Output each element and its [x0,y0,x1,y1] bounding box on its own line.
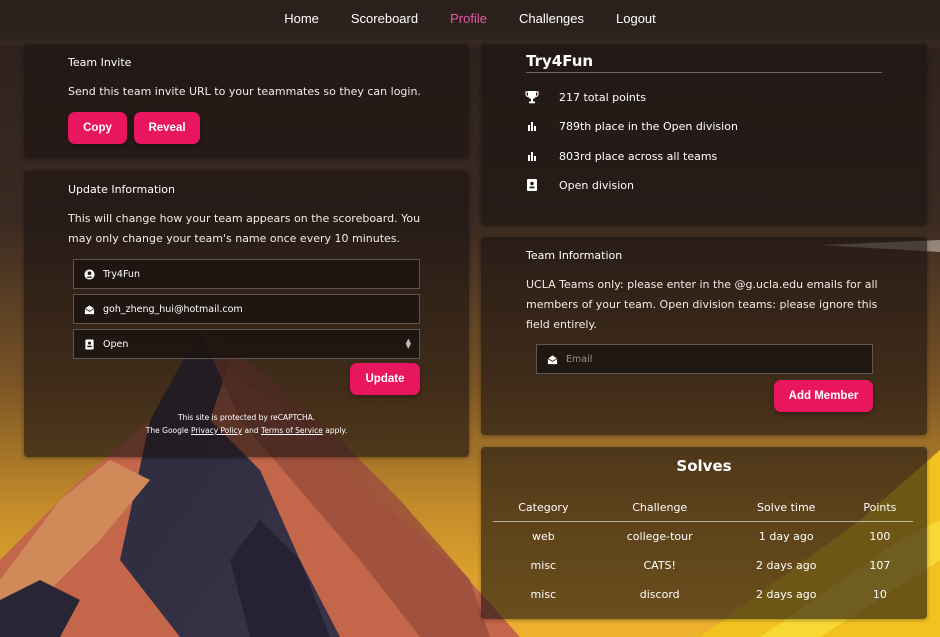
id-card-icon [84,338,95,350]
bar-chart-icon [525,119,539,133]
team-invite-card: Team Invite Send this team invite URL to… [24,44,469,158]
envelope-open-icon [84,304,95,315]
nav-profile[interactable]: Profile [434,11,503,26]
cell-solve-time: 2 days ago [756,588,817,602]
team-name-heading: Try4Fun [526,52,594,70]
select-arrows-icon: ▲ ▼ [405,337,411,350]
division-select[interactable]: Open ▲ ▼ [73,329,420,359]
team-invite-title: Team Invite [68,56,132,69]
cell-points: 100 [869,529,891,543]
recaptcha-line-1: This site is protected by reCAPTCHA. [177,413,316,422]
recaptcha-notice: This site is protected by reCAPTCHA. The… [24,411,469,437]
privacy-policy-link[interactable]: Privacy Policy [191,426,242,435]
overall-place-text: 803rd place across all teams [559,149,718,163]
division-place-row: 789th place in the Open division [525,119,738,133]
cell-solve-time: 1 day ago [758,529,814,543]
copy-button[interactable]: Copy [68,112,127,144]
email-field[interactable]: goh_zheng_hui@hotmail.com [73,294,420,324]
member-email-input[interactable]: Email [536,344,873,374]
nav-logout[interactable]: Logout [600,11,672,26]
column-header-points: Points [846,495,913,522]
envelope-open-icon [547,354,558,365]
trophy-icon [525,90,539,104]
division-row: Open division [525,178,634,192]
team-name-field[interactable]: Try4Fun [73,259,420,289]
recaptcha-apply: apply. [325,426,348,435]
total-points-text: 217 total points [559,90,646,104]
nav-challenges[interactable]: Challenges [503,11,600,26]
terms-of-service-link[interactable]: Terms of Service [261,426,323,435]
email-value: goh_zheng_hui@hotmail.com [103,303,243,315]
solves-header-row: Category Challenge Solve time Points [493,495,913,522]
cell-solve-time: 2 days ago [756,558,817,572]
recaptcha-and: and [244,426,259,435]
team-name-value: Try4Fun [103,268,140,280]
solves-table: Category Challenge Solve time Points web… [493,495,913,610]
update-information-card: Update Information This will change how … [24,171,469,457]
table-row: misc discord 2 days ago 10 [493,580,913,610]
team-information-description: UCLA Teams only: please enter in the @g.… [526,278,878,331]
update-information-description: This will change how your team appears o… [68,212,421,245]
team-profile-card: Try4Fun 217 total points 789th place in … [481,44,927,225]
cell-category: misc [530,558,557,572]
update-button[interactable]: Update [350,363,420,395]
cell-challenge: college-tour [626,529,693,543]
member-email-placeholder: Email [566,353,593,365]
cell-points: 107 [869,558,891,572]
recaptcha-prefix: The Google [145,426,189,435]
division-value: Open [103,338,129,350]
overall-place-row: 803rd place across all teams [525,149,717,163]
column-header-category: Category [493,495,594,522]
bar-chart-icon [525,149,539,163]
column-header-challenge: Challenge [593,495,726,522]
solves-title: Solves [676,457,732,475]
cell-challenge: discord [639,588,680,602]
nav-home[interactable]: Home [268,11,335,26]
add-member-button[interactable]: Add Member [774,380,873,412]
cell-points: 10 [872,588,887,602]
team-information-card: Team Information UCLA Teams only: please… [481,237,927,435]
heading-divider [526,72,882,73]
solves-card: Solves Category Challenge Solve time Poi… [481,447,927,619]
id-card-icon [525,178,539,192]
team-invite-description: Send this team invite URL to your teamma… [68,85,421,98]
table-row: misc CATS! 2 days ago 107 [493,551,913,581]
nav-scoreboard[interactable]: Scoreboard [335,11,434,26]
team-information-title: Team Information [526,249,623,262]
cell-challenge: CATS! [643,558,676,572]
division-place-text: 789th place in the Open division [559,119,738,133]
top-nav: Home Scoreboard Profile Challenges Logou… [0,0,940,36]
cell-category: misc [530,588,557,602]
column-header-solve-time: Solve time [725,495,847,522]
reveal-button[interactable]: Reveal [134,112,200,144]
cell-category: web [531,529,555,543]
table-row: web college-tour 1 day ago 100 [493,521,913,551]
update-information-title: Update Information [68,183,176,196]
user-circle-icon [84,268,95,280]
total-points-row: 217 total points [525,90,646,104]
division-text: Open division [559,178,634,192]
recaptcha-line-2: The Google Privacy Policy and Terms of S… [24,424,469,437]
